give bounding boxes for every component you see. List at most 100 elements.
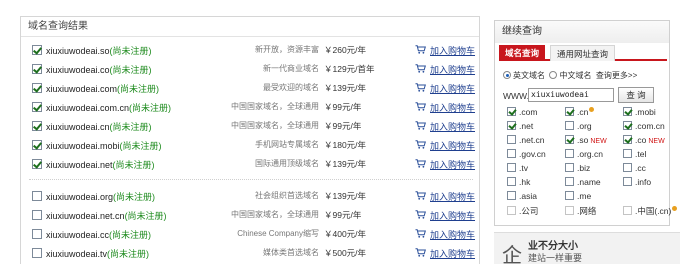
result-checkbox[interactable] — [32, 210, 42, 220]
tab-general-url-query[interactable]: 通用网址查询 — [550, 45, 616, 61]
extension-option[interactable]: .name — [565, 177, 601, 187]
add-to-cart-link[interactable]: 加入购物车 — [430, 101, 475, 114]
add-to-cart-link[interactable]: 加入购物车 — [430, 158, 475, 171]
ad-banner[interactable]: 企 业不分大小 建站一样重要 — [494, 232, 680, 264]
extension-checkbox[interactable] — [623, 163, 632, 172]
extension-option[interactable]: .org — [565, 121, 592, 131]
extension-checkbox[interactable] — [507, 149, 516, 158]
extension-label: .asia — [519, 191, 537, 201]
add-to-cart-link[interactable]: 加入购物车 — [430, 139, 475, 152]
result-checkbox[interactable] — [32, 159, 42, 169]
extension-option[interactable]: .tv — [507, 163, 528, 173]
query-button[interactable]: 查 询 — [618, 87, 654, 103]
extension-option[interactable]: .mobi — [623, 107, 656, 117]
registration-status: (尚未注册) — [109, 230, 152, 240]
extension-option[interactable]: .info — [623, 177, 651, 187]
extension-option[interactable]: .com — [507, 107, 537, 117]
add-to-cart-link[interactable]: 加入购物车 — [430, 209, 475, 222]
query-more-link[interactable]: 查询更多>> — [596, 71, 637, 80]
radio-chinese[interactable] — [549, 71, 558, 79]
result-row: xiuxiuwodeai.net(尚未注册) 国际通用顶级域名 ￥139元/年 加入购… — [21, 155, 479, 173]
result-checkbox[interactable] — [32, 45, 42, 55]
extension-option[interactable]: .cc — [623, 163, 646, 173]
registration-status: (尚未注册) — [129, 103, 172, 113]
new-badge: NEW — [590, 138, 607, 145]
extension-option[interactable]: .net — [507, 121, 533, 131]
tab-domain-query[interactable]: 域名查询 — [499, 45, 546, 61]
add-to-cart-link[interactable]: 加入购物车 — [430, 82, 475, 95]
add-to-cart-link[interactable]: 加入购物车 — [430, 120, 475, 133]
extension-checkbox[interactable] — [565, 177, 574, 186]
extension-option[interactable]: .so NEW — [565, 135, 607, 145]
extension-option[interactable]: .网络 — [565, 205, 596, 217]
www-label: WWW. — [503, 91, 529, 101]
extension-checkbox[interactable] — [507, 177, 516, 186]
extension-option[interactable]: .net.cn — [507, 135, 545, 145]
domain-name: xiuxiuwodeai.so — [46, 46, 110, 56]
ad-line2: 建站一样重要 — [528, 253, 583, 263]
extension-checkbox[interactable] — [623, 135, 632, 144]
result-checkbox[interactable] — [32, 248, 42, 258]
result-checkbox[interactable] — [32, 102, 42, 112]
extension-checkbox[interactable] — [623, 206, 632, 215]
radio-chinese-label: 中文域名 — [559, 71, 592, 80]
extension-option[interactable]: .com.cn — [623, 121, 665, 131]
hot-dot-icon — [589, 107, 595, 112]
add-to-cart-link[interactable]: 加入购物车 — [430, 247, 475, 260]
result-checkbox[interactable] — [32, 121, 42, 131]
result-domain: xiuxiuwodeai.mobi(尚未注册) — [46, 139, 162, 152]
extension-checkbox[interactable] — [565, 149, 574, 158]
extension-checkbox[interactable] — [565, 191, 574, 200]
domain-name: xiuxiuwodeai.co — [46, 65, 110, 75]
result-checkbox[interactable] — [32, 191, 42, 201]
add-to-cart-link[interactable]: 加入购物车 — [430, 190, 475, 203]
add-to-cart-link[interactable]: 加入购物车 — [430, 63, 475, 76]
extension-label: .hk — [519, 177, 531, 187]
extension-checkbox[interactable] — [623, 177, 632, 186]
extension-option[interactable]: .me — [565, 191, 591, 201]
extension-option[interactable]: .tel — [623, 149, 646, 159]
extension-option[interactable]: .公司 — [507, 205, 538, 217]
extension-option[interactable]: .biz — [565, 163, 590, 173]
extension-checkbox[interactable] — [565, 163, 574, 172]
extension-option[interactable]: .org.cn — [565, 149, 603, 159]
extension-checkbox[interactable] — [623, 121, 632, 130]
extension-checkbox[interactable] — [623, 149, 632, 158]
query-tabs: 域名查询 通用网址查询 — [499, 45, 667, 61]
extension-checkbox[interactable] — [507, 191, 516, 200]
result-description: 社会组织首选域名 — [255, 191, 319, 200]
add-to-cart-link[interactable]: 加入购物车 — [430, 228, 475, 241]
extension-label: .so — [577, 135, 589, 145]
domain-input[interactable]: xiuxiuwodeai — [528, 88, 614, 102]
extension-option[interactable]: .hk — [507, 177, 530, 187]
result-price: ￥139元/年 — [324, 83, 367, 93]
extension-checkbox[interactable] — [565, 206, 574, 215]
extension-label: .net.cn — [519, 135, 545, 145]
extension-option[interactable]: .中国(.cn) — [623, 205, 678, 217]
radio-english[interactable] — [503, 71, 511, 79]
result-domain: xiuxiuwodeai.tv(尚未注册) — [46, 247, 149, 260]
extension-option[interactable]: .co NEW — [623, 135, 665, 145]
extension-checkbox[interactable] — [565, 121, 574, 130]
result-checkbox[interactable] — [32, 140, 42, 150]
extension-checkbox[interactable] — [565, 107, 574, 116]
extension-checkbox[interactable] — [623, 107, 632, 116]
extension-label: .中国(.cn) — [635, 206, 672, 216]
extension-label: .网络 — [577, 206, 597, 216]
extension-option[interactable]: .asia — [507, 191, 537, 201]
result-checkbox[interactable] — [32, 64, 42, 74]
extension-checkbox[interactable] — [565, 135, 574, 144]
extension-checkbox[interactable] — [507, 163, 516, 172]
result-checkbox[interactable] — [32, 229, 42, 239]
extension-checkbox[interactable] — [507, 135, 516, 144]
add-to-cart-link[interactable]: 加入购物车 — [430, 44, 475, 57]
extension-option[interactable]: .cn — [565, 107, 595, 117]
extension-label: .name — [577, 177, 601, 187]
extension-checkbox[interactable] — [507, 121, 516, 130]
extension-checkbox[interactable] — [507, 107, 516, 116]
extension-option[interactable]: .gov.cn — [507, 149, 546, 159]
result-description: 最受欢迎的域名 — [263, 83, 319, 92]
result-description: 中国国家域名，全球通用 — [231, 121, 319, 130]
result-checkbox[interactable] — [32, 83, 42, 93]
extension-checkbox[interactable] — [507, 206, 516, 215]
